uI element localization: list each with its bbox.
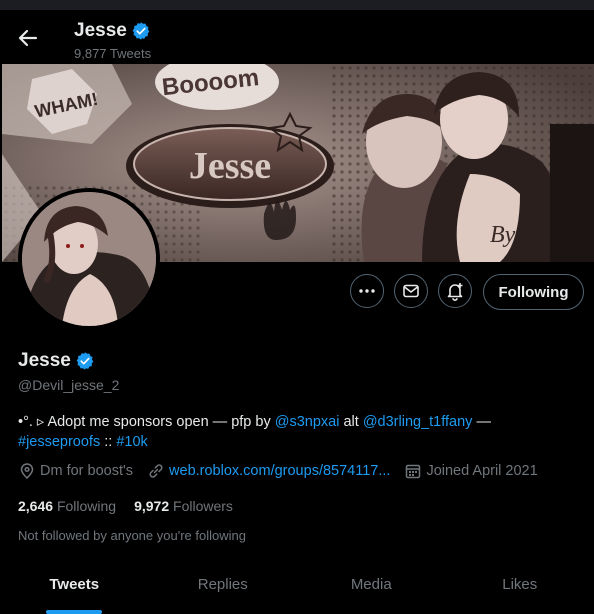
profile-tabs: Tweets Replies Media Likes — [0, 562, 594, 614]
bio-mention-link[interactable]: @d3rling_t1ffany — [363, 414, 473, 430]
profile-handle: @Devil_jesse_2 — [18, 377, 120, 393]
joined-text: Joined April 2021 — [426, 463, 538, 479]
tab-label: Media — [350, 575, 392, 593]
tab-label: Replies — [197, 575, 248, 593]
profile-avatar-frame[interactable] — [18, 188, 160, 330]
bio-hashtag-link[interactable]: #jesseproofs — [18, 434, 100, 450]
profile-header: Jesse 9,877 Tweets — [0, 10, 594, 64]
following-stat[interactable]: 2,646 Following — [18, 498, 116, 514]
joined-item: Joined April 2021 — [404, 462, 538, 480]
link-icon — [149, 464, 163, 478]
bio-hashtag-link[interactable]: #10k — [116, 434, 147, 450]
tab-label: Likes — [502, 575, 538, 593]
bio-text: alt — [339, 414, 363, 430]
banner-signature: By — [490, 222, 516, 248]
follow-stats: 2,646 Following 9,972 Followers — [18, 498, 233, 514]
bio-text: — — [472, 414, 491, 430]
profile-name: Jesse — [18, 350, 71, 371]
window-top-strip — [0, 0, 594, 10]
more-dots-icon — [359, 289, 375, 293]
header-title: Jesse — [74, 20, 151, 42]
tab-replies[interactable]: Replies — [149, 562, 298, 614]
back-arrow-icon[interactable] — [16, 26, 40, 50]
more-options-button[interactable] — [350, 274, 384, 308]
bio-text: •°. ▹ Adopt me sponsors open — pfp by — [18, 414, 275, 430]
verified-badge-icon — [132, 22, 150, 40]
followers-label: Followers — [173, 498, 233, 514]
following-count: 2,646 — [18, 498, 54, 514]
avatar[interactable] — [22, 192, 156, 326]
followers-stat[interactable]: 9,972 Followers — [134, 498, 233, 514]
website-item: web.roblox.com/groups/8574117... — [147, 462, 390, 480]
active-tab-indicator — [46, 610, 103, 614]
bell-plus-icon — [447, 283, 463, 301]
followers-count: 9,972 — [134, 498, 170, 514]
tab-likes[interactable]: Likes — [446, 562, 594, 614]
following-label: Following — [56, 498, 117, 514]
message-button[interactable] — [394, 274, 428, 308]
location-pin-icon — [20, 463, 34, 480]
envelope-icon — [403, 284, 419, 298]
following-button[interactable]: Following — [483, 274, 584, 310]
tab-tweets[interactable]: Tweets — [0, 562, 149, 614]
location-item: Dm for boost's — [18, 462, 133, 480]
header-name: Jesse — [74, 20, 127, 41]
notifications-button[interactable] — [438, 274, 472, 308]
bio-mention-link[interactable]: @s3npxai — [275, 414, 340, 430]
tab-media[interactable]: Media — [297, 562, 446, 614]
tweet-count: 9,877 Tweets — [74, 46, 152, 61]
profile-bio: •°. ▹ Adopt me sponsors open — pfp by @s… — [18, 412, 578, 452]
location-text: Dm for boost's — [40, 463, 134, 479]
bio-separator: :: — [100, 434, 117, 450]
profile-meta: Dm for boost's web.roblox.com/groups/857… — [18, 462, 552, 480]
tab-label: Tweets — [49, 575, 100, 593]
banner-logo-text: Jesse — [189, 145, 271, 187]
website-link[interactable]: web.roblox.com/groups/8574117... — [169, 463, 390, 479]
profile-name-row: Jesse — [18, 350, 95, 372]
verified-badge-icon — [76, 352, 94, 370]
calendar-icon — [406, 464, 421, 479]
not-followed-notice: Not followed by anyone you're following — [18, 528, 246, 543]
